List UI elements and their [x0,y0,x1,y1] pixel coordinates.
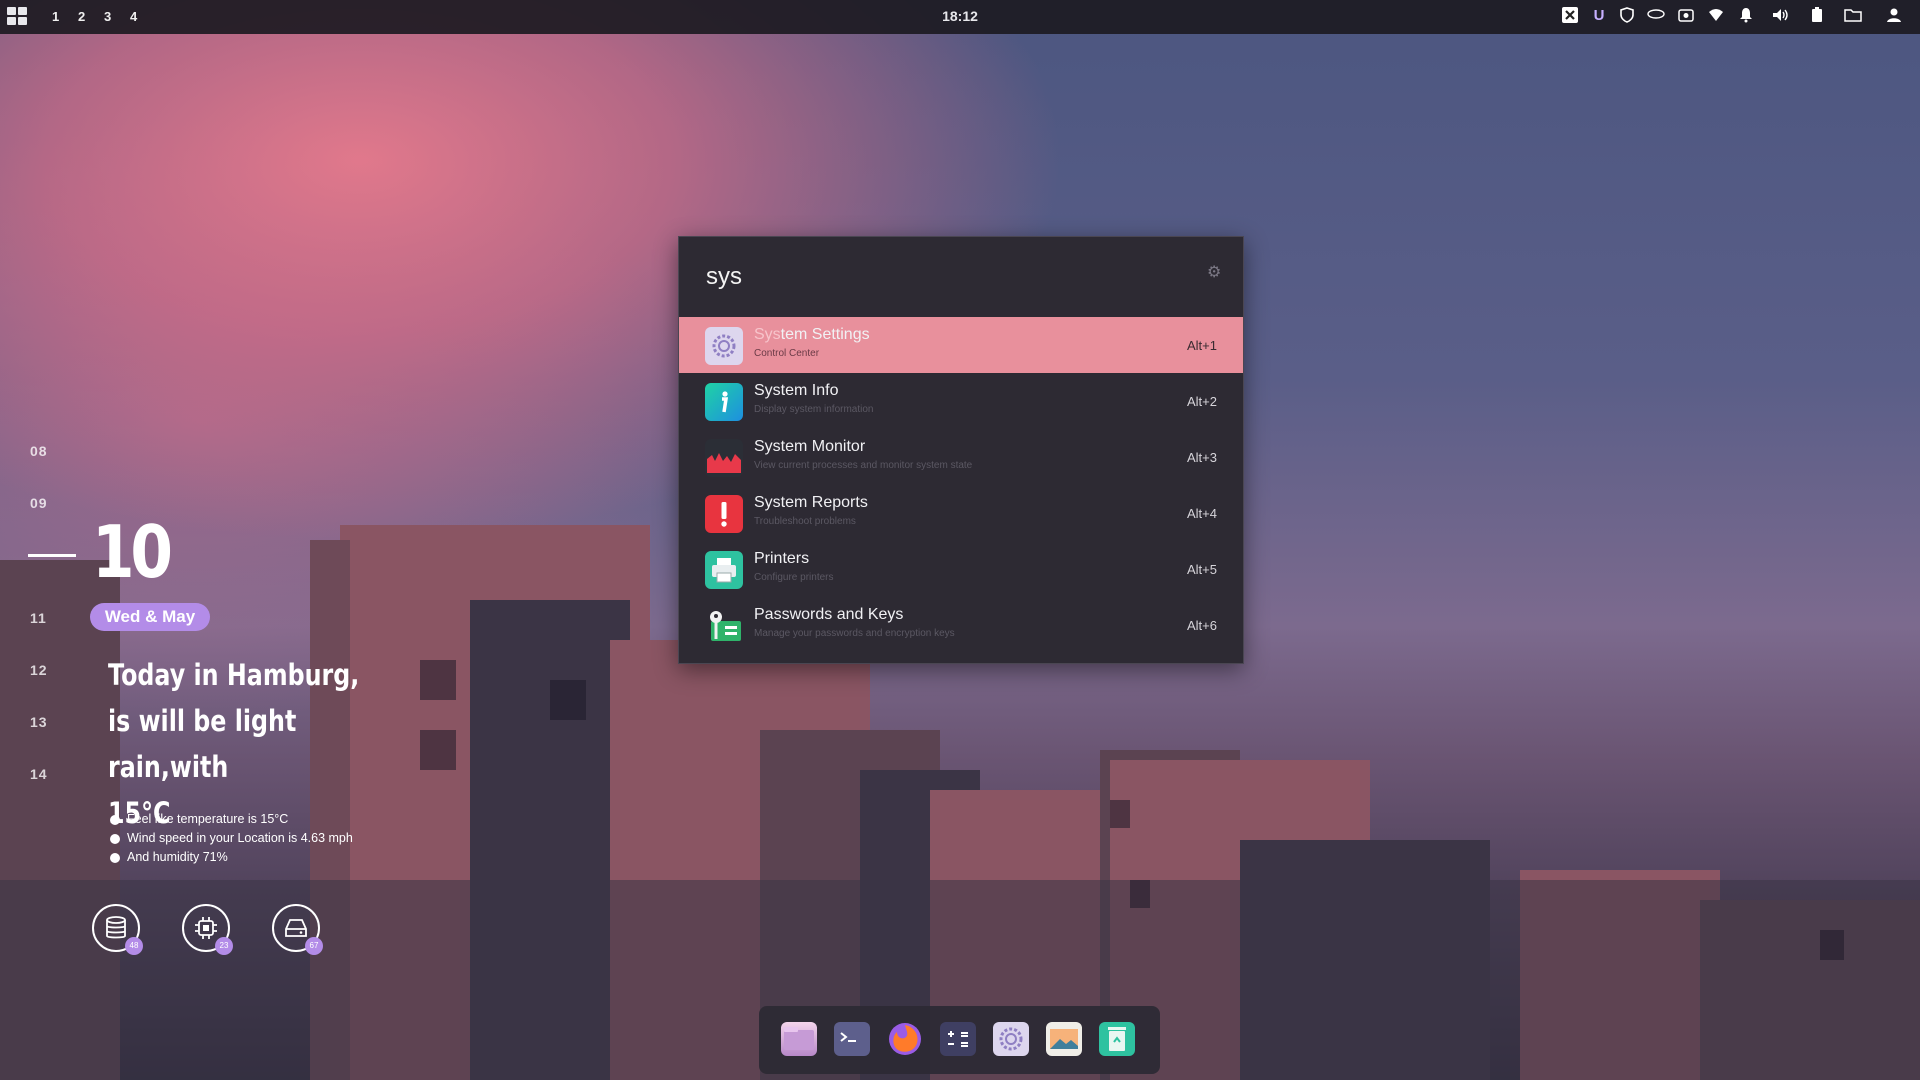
weather-summary: Today in Hamburg, is will be light rain,… [108,652,379,836]
result-shortcut: Alt+5 [1187,562,1217,577]
database-icon[interactable]: 48 [92,904,143,955]
x-icon[interactable] [1561,7,1579,27]
result-shortcut: Alt+3 [1187,450,1217,465]
current-hour: 10 [92,510,173,594]
weather-line: is will be light rain,with [108,704,297,784]
top-bar: 1 2 3 4 18:12 U [0,0,1920,34]
shield-icon[interactable] [1618,7,1636,27]
result-subtitle: Troubleshoot problems [754,516,856,527]
app-grid-icon[interactable] [7,7,29,27]
result-title: System Settings [754,326,870,343]
stat-badge: 23 [215,937,233,955]
app-launcher: ⚙ System Settings Control Center Alt+1 S… [678,236,1244,664]
hour-label: 13 [30,714,48,730]
weather-line: Today in Hamburg, [108,658,360,692]
storage-icon[interactable]: 67 [272,904,323,955]
weather-details: Feel like temperature is 15°C Wind speed… [110,812,353,869]
weather-detail-item: And humidity 71% [110,850,353,869]
launcher-search-row: ⚙ [679,237,1243,317]
stat-badge: 67 [305,937,323,955]
user-icon[interactable] [1884,7,1904,27]
trash-icon[interactable] [1099,1022,1135,1056]
result-passwords-and-keys[interactable]: Passwords and Keys Manage your passwords… [679,597,1243,653]
workspace-4[interactable]: 4 [130,9,137,24]
cpu-chip-icon[interactable] [1645,7,1667,27]
hour-label: 08 [30,443,48,459]
terminal-icon[interactable] [834,1022,870,1056]
weather-detail-item: Feel like temperature is 15°C [110,812,353,831]
key-icon [705,607,743,645]
result-subtitle: Manage your passwords and encryption key… [754,628,955,639]
result-subtitle: Display system information [754,404,874,415]
result-shortcut: Alt+4 [1187,506,1217,521]
weather-detail-item: Wind speed in your Location is 4.63 mph [110,831,353,850]
result-title: Passwords and Keys [754,606,904,623]
monitor-chart-icon [705,439,743,477]
info-icon [705,383,743,421]
folder-icon[interactable] [1843,7,1863,27]
result-shortcut: Alt+2 [1187,394,1217,409]
dock [759,1006,1160,1074]
result-title: System Monitor [754,438,866,455]
result-shortcut: Alt+6 [1187,618,1217,633]
result-system-settings[interactable]: System Settings Control Center Alt+1 [679,317,1243,373]
stat-badge: 48 [125,937,143,955]
u-icon[interactable]: U [1590,7,1608,27]
cpu-icon[interactable]: 23 [182,904,233,955]
workspace-1[interactable]: 1 [52,9,59,24]
result-shortcut: Alt+1 [1187,338,1217,353]
result-title: Printers [754,550,810,567]
current-hour-indicator [28,554,76,557]
gear-icon[interactable]: ⚙ [1207,265,1223,281]
result-subtitle: View current processes and monitor syste… [754,460,973,471]
workspace-3[interactable]: 3 [104,9,111,24]
calculator-icon[interactable] [940,1022,976,1056]
hour-label: 09 [30,495,48,511]
bell-icon[interactable] [1736,7,1756,27]
result-subtitle: Configure printers [754,572,834,583]
settings-icon[interactable] [993,1022,1029,1056]
result-system-reports[interactable]: System Reports Troubleshoot problems Alt… [679,485,1243,541]
result-printers[interactable]: Printers Configure printers Alt+5 [679,541,1243,597]
result-title: System Info [754,382,839,399]
battery-icon[interactable] [1807,7,1827,27]
hour-label: 14 [30,766,48,782]
settings-gear-icon [705,327,743,365]
hour-label: 12 [30,662,48,678]
firefox-icon[interactable] [887,1022,923,1056]
files-icon[interactable] [781,1022,817,1056]
result-system-info[interactable]: System Info Display system information A… [679,373,1243,429]
image-viewer-icon[interactable] [1046,1022,1082,1056]
workspace-2[interactable]: 2 [78,9,85,24]
result-subtitle: Control Center [754,348,820,359]
printer-icon [705,551,743,589]
launcher-search-input[interactable] [704,255,1168,299]
wifi-icon[interactable] [1706,7,1726,27]
date-badge: Wed & May [90,603,210,631]
screenshot-icon[interactable] [1676,7,1696,27]
result-title: System Reports [754,494,868,511]
volume-icon[interactable] [1771,7,1791,27]
alert-icon [705,495,743,533]
result-system-monitor[interactable]: System Monitor View current processes an… [679,429,1243,485]
hour-label: 11 [30,610,47,626]
